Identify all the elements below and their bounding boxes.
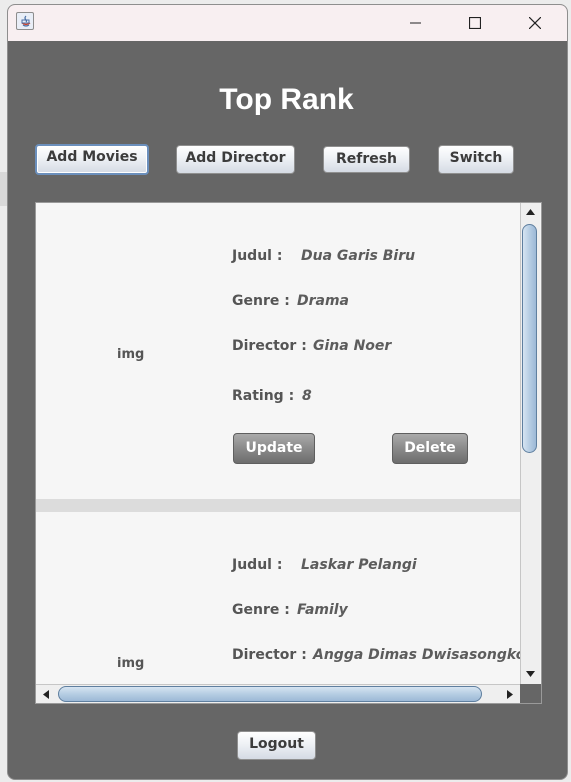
director-label: Director : (232, 647, 307, 663)
scroll-right-button[interactable] (501, 686, 518, 703)
movie-card: img Judul : Laskar Pelangi Genre : Famil… (36, 512, 520, 684)
rating-value: 8 (302, 388, 312, 404)
judul-value: Dua Garis Biru (301, 248, 416, 264)
judul-label: Judul : (232, 248, 283, 264)
judul-label: Judul : (232, 557, 283, 573)
movie-list: img Judul : Dua Garis Biru Genre : Drama… (36, 203, 520, 684)
vertical-scrollbar[interactable] (520, 203, 540, 684)
minimize-button[interactable] (392, 5, 440, 41)
horizontal-scroll-thumb[interactable] (58, 686, 482, 702)
delete-button[interactable]: Delete (392, 433, 468, 464)
genre-label: Genre : (232, 293, 290, 309)
scroll-down-button[interactable] (522, 665, 539, 682)
movie-card: img Judul : Dua Garis Biru Genre : Drama… (36, 203, 520, 499)
title-bar (8, 5, 567, 41)
genre-value: Drama (297, 293, 350, 309)
arrow-left-icon (43, 690, 49, 699)
minimize-icon (410, 22, 421, 24)
close-icon (529, 17, 541, 29)
add-director-button[interactable]: Add Director (176, 145, 295, 174)
page-title: Top Rank (219, 83, 354, 116)
movie-list-scrollpane[interactable]: img Judul : Dua Garis Biru Genre : Drama… (35, 202, 542, 704)
arrow-down-icon (526, 671, 535, 677)
app-window: Top Rank Add Movies Add Director Refresh… (7, 4, 568, 780)
scroll-left-button[interactable] (38, 686, 55, 703)
add-movies-button[interactable]: Add Movies (35, 144, 149, 175)
maximize-button[interactable] (451, 5, 499, 41)
director-value: Gina Noer (313, 338, 392, 354)
arrow-up-icon (526, 209, 535, 215)
director-label: Director : (232, 338, 307, 354)
refresh-button[interactable]: Refresh (323, 146, 410, 173)
background-strip (0, 172, 7, 206)
close-button[interactable] (511, 5, 559, 41)
maximize-icon (469, 17, 481, 29)
movie-image-placeholder: img (117, 656, 145, 671)
director-value: Angga Dimas Dwisasongko (313, 647, 520, 663)
scroll-up-button[interactable] (522, 204, 539, 221)
horizontal-scrollbar[interactable] (36, 684, 520, 703)
arrow-right-icon (507, 690, 513, 699)
genre-value: Family (297, 602, 348, 618)
logout-button[interactable]: Logout (237, 731, 316, 760)
vertical-scroll-thumb[interactable] (522, 224, 537, 453)
switch-button[interactable]: Switch (438, 145, 514, 174)
java-icon (16, 12, 34, 30)
scrollbar-corner (520, 684, 541, 703)
rating-label: Rating : (232, 388, 295, 404)
movie-image-placeholder: img (117, 347, 145, 362)
genre-label: Genre : (232, 602, 290, 618)
update-button[interactable]: Update (233, 433, 315, 464)
judul-value: Laskar Pelangi (301, 557, 417, 573)
